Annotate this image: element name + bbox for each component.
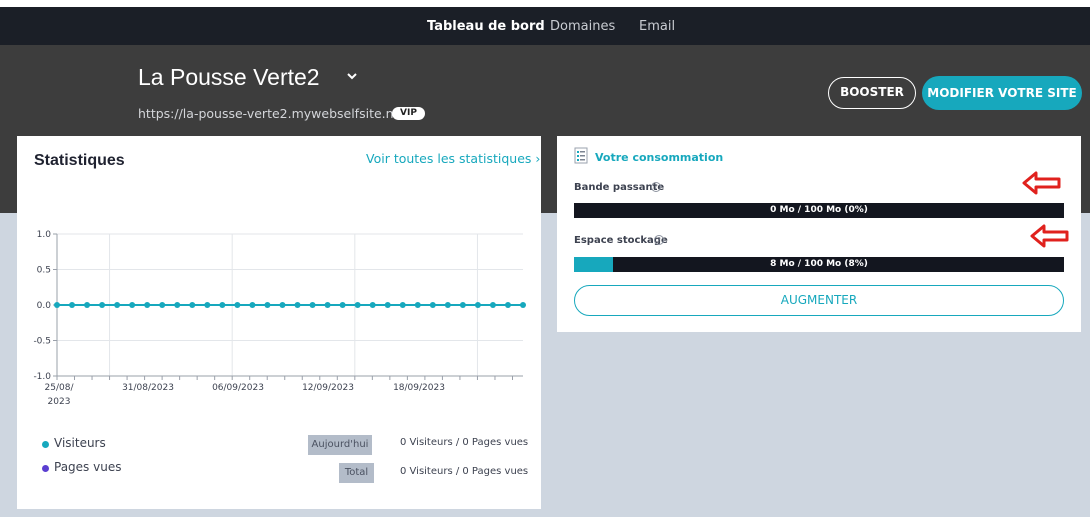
chart-data-point[interactable] [159, 302, 166, 308]
statistics-chart: 1.0 0.5 0.0 -0.5 -1.025/08/2023 31/08/2023 06/… [33, 230, 526, 407]
today-value: 0 Visiteurs / 0 Pages vues [400, 437, 529, 448]
chart-data-point[interactable] [520, 302, 526, 308]
site-title[interactable]: La Pousse Verte2 [138, 64, 320, 91]
top-navigation-bar [0, 7, 1090, 45]
consumption-title: Votre consommation [595, 151, 724, 164]
consumption-card: Votre consommation Bande passante ? 0 Mo… [557, 136, 1081, 332]
chart-data-point[interactable] [369, 302, 376, 308]
legend-dot-pages-vues [42, 465, 49, 472]
view-all-statistics-link[interactable]: Voir toutes les statistiques › [366, 151, 540, 166]
chart-data-point[interactable] [384, 302, 391, 308]
chart-x-tick-label: 06/09/2023 [212, 383, 264, 393]
legend-label-pages-vues[interactable]: Pages vues [54, 460, 121, 474]
modify-site-button[interactable]: MODIFIER VOTRE SITE [922, 76, 1082, 110]
chart-data-point[interactable] [189, 302, 196, 308]
bandwidth-progress-bar: 0 Mo / 100 Mo (0%) [574, 203, 1064, 218]
nav-tableau-de-bord[interactable]: Tableau de bord [427, 19, 545, 34]
chart-data-point[interactable] [339, 302, 346, 308]
chart-data-point[interactable] [489, 302, 496, 308]
chart-data-point[interactable] [234, 302, 241, 308]
chart-y-tick-label: -0.5 [33, 337, 51, 347]
total-value: 0 Visiteurs / 0 Pages vues [400, 466, 529, 477]
today-tag: Aujourd'hui [308, 435, 372, 455]
chart-y-tick-label: -1.0 [33, 372, 51, 382]
arrow-left-icon [1022, 171, 1061, 195]
chart-data-point[interactable] [474, 302, 481, 308]
chart-data-point[interactable] [279, 302, 286, 308]
chart-data-point[interactable] [204, 302, 211, 308]
consumption-list-icon [574, 147, 588, 164]
legend-dot-visiteurs [42, 441, 49, 448]
statistics-title: Statistiques [34, 152, 125, 169]
legend-label-visiteurs[interactable]: Visiteurs [54, 436, 106, 450]
statistics-card: Statistiques Voir toutes les statistique… [17, 136, 541, 509]
augment-button[interactable]: AUGMENTER [574, 285, 1064, 316]
chart-data-point[interactable] [144, 302, 151, 308]
chart-data-point[interactable] [444, 302, 451, 308]
booster-button[interactable]: BOOSTER [828, 77, 916, 109]
chart-x-tick-label: 2023 [48, 397, 71, 407]
chart-data-point[interactable] [174, 302, 181, 308]
chart-y-tick-label: 1.0 [37, 230, 52, 240]
storage-help-icon[interactable]: ? [654, 235, 664, 245]
chart-data-point[interactable] [264, 302, 271, 308]
chart-data-point[interactable] [414, 302, 421, 308]
chart-x-tick-label: 18/09/2023 [393, 383, 445, 393]
bandwidth-help-icon[interactable]: ? [651, 182, 661, 192]
chart-data-point[interactable] [429, 302, 436, 308]
site-url[interactable]: https://la-pousse-verte2.mywebselfsite.n… [138, 106, 406, 121]
bandwidth-usage-text: 0 Mo / 100 Mo (0%) [770, 205, 868, 215]
chart-data-point[interactable] [504, 302, 511, 308]
chart-data-point[interactable] [324, 302, 331, 308]
storage-usage-text: 8 Mo / 100 Mo (8%) [770, 259, 868, 269]
chart-data-point[interactable] [219, 302, 226, 308]
chart-x-tick-label: 31/08/2023 [122, 383, 174, 393]
chart-data-point[interactable] [69, 302, 76, 308]
storage-progress-bar: 8 Mo / 100 Mo (8%) [574, 257, 1064, 272]
chart-data-point[interactable] [99, 302, 106, 308]
chart-data-point[interactable] [129, 302, 136, 308]
chart-data-point[interactable] [114, 302, 121, 308]
chart-data-point[interactable] [294, 302, 301, 308]
chart-data-point[interactable] [54, 302, 60, 308]
chart-data-point[interactable] [399, 302, 406, 308]
total-tag: Total [339, 463, 374, 483]
chart-data-point[interactable] [84, 302, 91, 308]
chart-x-tick-label: 25/08/ [45, 383, 75, 393]
chart-y-tick-label: 0.0 [37, 301, 52, 311]
chart-data-point[interactable] [354, 302, 361, 308]
chart-data-point[interactable] [459, 302, 466, 308]
chart-x-tick-label: 12/09/2023 [302, 383, 354, 393]
vip-badge: VIP [392, 107, 425, 120]
nav-domaines[interactable]: Domaines [550, 19, 615, 34]
chevron-down-icon[interactable] [346, 70, 358, 82]
chart-data-point[interactable] [309, 302, 316, 308]
arrow-left-icon [1030, 224, 1069, 248]
top-strip [0, 0, 1090, 7]
chart-data-point[interactable] [249, 302, 256, 308]
nav-email[interactable]: Email [639, 19, 675, 34]
chart-y-tick-label: 0.5 [37, 266, 51, 276]
